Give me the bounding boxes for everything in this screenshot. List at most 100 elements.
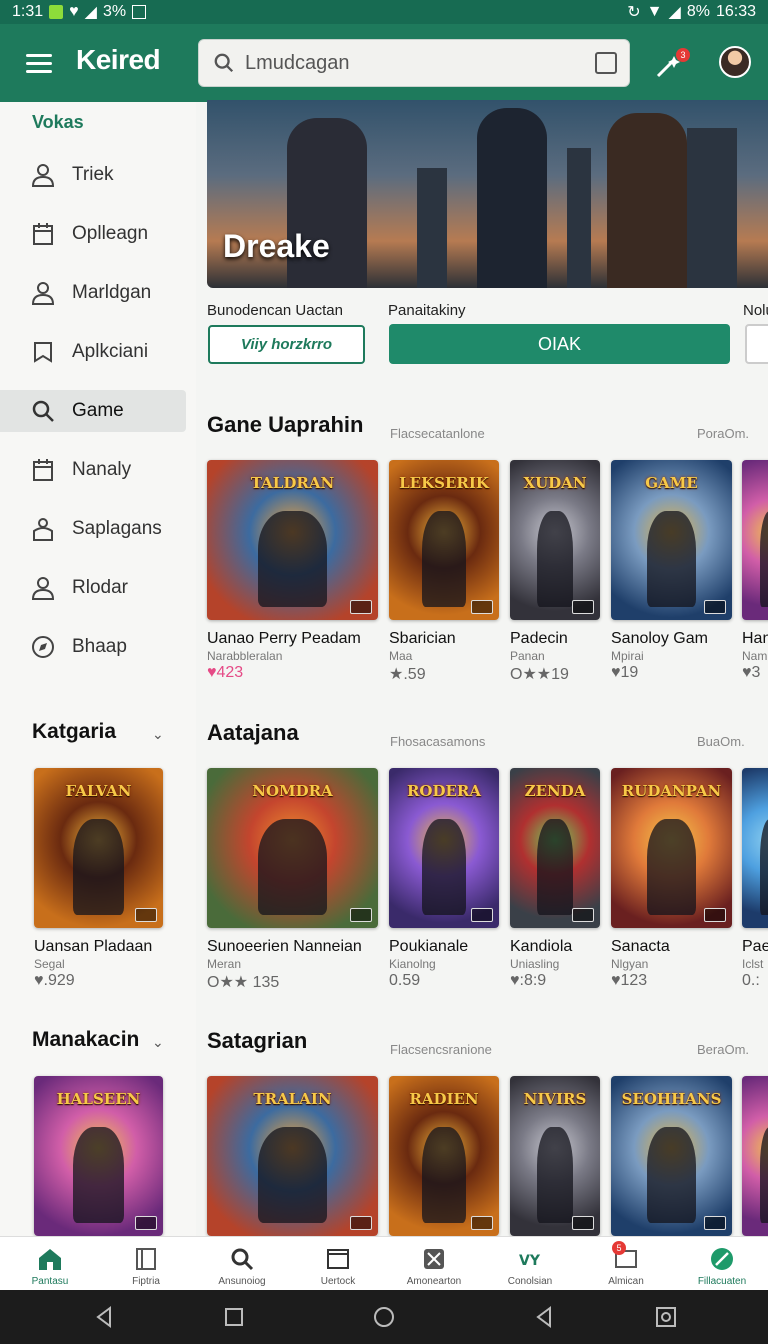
row-more-link[interactable]: BuaOm. bbox=[697, 734, 745, 749]
game-rating: ♥423 bbox=[207, 664, 244, 681]
app-logo[interactable]: Keired bbox=[76, 44, 161, 76]
game-card[interactable] bbox=[742, 460, 768, 620]
game-card[interactable] bbox=[742, 1076, 768, 1236]
menu-icon[interactable] bbox=[26, 54, 52, 74]
game-title[interactable]: Kandiola bbox=[510, 938, 572, 956]
bottom-nav-item[interactable]: Ansunoiog bbox=[202, 1237, 282, 1291]
game-title[interactable]: Sbarician bbox=[389, 630, 456, 648]
game-card[interactable]: TALDRAN bbox=[207, 460, 378, 620]
game-art-figure bbox=[537, 819, 573, 916]
game-card[interactable]: RUDANPAN bbox=[611, 768, 732, 928]
avatar[interactable] bbox=[719, 46, 751, 78]
search-input[interactable]: Lmudcagan bbox=[245, 52, 350, 75]
game-card[interactable]: NOMDRA bbox=[207, 768, 378, 928]
sidebar: Vokas Triek Oplleagn Marldgan Aplkciani Game… bbox=[0, 102, 196, 1238]
sidebar-item-aplkciani[interactable]: Aplkciani bbox=[0, 331, 186, 373]
sidebar-item-oplleagn[interactable]: Oplleagn bbox=[0, 213, 186, 255]
view-horizon-button[interactable]: Viiy horzkrro bbox=[208, 325, 365, 364]
category-header[interactable]: Katgaria bbox=[32, 720, 116, 744]
sidebar-item-label: Rlodar bbox=[72, 577, 128, 598]
game-card[interactable]: RADIEN bbox=[389, 1076, 499, 1236]
game-card[interactable] bbox=[742, 768, 768, 928]
bottom-nav-item[interactable]: Amonearton bbox=[394, 1237, 474, 1291]
game-card[interactable]: NIVIRS bbox=[510, 1076, 600, 1236]
rating-badge-icon bbox=[572, 600, 594, 614]
back-icon[interactable] bbox=[92, 1305, 116, 1329]
calendar-icon bbox=[33, 223, 53, 245]
bottom-nav-item[interactable]: Fillacuaten bbox=[682, 1237, 762, 1291]
game-art-figure bbox=[760, 511, 768, 608]
sidebar-item-saplagans[interactable]: Saplagans bbox=[0, 508, 186, 550]
game-title[interactable]: Sunoeerien Nanneian bbox=[207, 938, 362, 956]
bottom-nav-label: Almican bbox=[608, 1276, 644, 1287]
bottom-nav-item[interactable]: VY Conolsian bbox=[490, 1237, 570, 1291]
sidebar-item-game[interactable]: Game bbox=[0, 390, 186, 432]
rating-badge-icon bbox=[135, 908, 157, 922]
game-card[interactable]: ZENDA bbox=[510, 768, 600, 928]
game-title[interactable]: Poukianale bbox=[389, 938, 468, 956]
row-more-link[interactable]: PoraOm. bbox=[697, 426, 749, 441]
sidebar-item-label: Game bbox=[72, 400, 124, 421]
chevron-down-icon[interactable]: ⌄ bbox=[152, 726, 164, 743]
game-card[interactable]: HALSEEN bbox=[34, 1076, 163, 1236]
signal-icon: ◢ bbox=[668, 4, 681, 21]
game-title[interactable]: Pae bbox=[742, 938, 768, 956]
game-title[interactable]: Sanoloy Gam bbox=[611, 630, 708, 648]
rating-badge-icon bbox=[471, 600, 493, 614]
game-card[interactable]: TRALAIN bbox=[207, 1076, 378, 1236]
game-card[interactable]: XUDAN bbox=[510, 460, 600, 620]
wifi-icon: ♥ bbox=[69, 3, 79, 20]
sidebar-item-triek[interactable]: Triek bbox=[0, 154, 186, 196]
sidebar-item-label: Marldgan bbox=[72, 282, 152, 303]
game-art-title: RADIEN bbox=[409, 1090, 479, 1108]
wifi-icon: ▼ bbox=[646, 3, 663, 20]
sidebar-item-rlodar[interactable]: Rlodar bbox=[0, 567, 186, 609]
rating-badge-icon bbox=[350, 600, 372, 614]
game-title[interactable]: Uanao Perry Peadam bbox=[207, 630, 361, 648]
scan-icon[interactable] bbox=[595, 52, 617, 74]
game-art-figure bbox=[760, 1127, 768, 1224]
bottom-nav-item[interactable]: Pantasu bbox=[10, 1237, 90, 1291]
game-card[interactable]: SEOHHANS bbox=[611, 1076, 732, 1236]
game-art-title: HALSEEN bbox=[56, 1090, 141, 1108]
game-subtitle: Meran bbox=[207, 957, 242, 971]
game-art-figure bbox=[537, 511, 573, 608]
chevron-down-icon[interactable]: ⌄ bbox=[152, 1034, 164, 1051]
bottom-nav: Pantasu Fiptria Ansunoiog Uertock Amonearton… bbox=[0, 1236, 768, 1290]
bottom-nav-item[interactable]: Fiptria bbox=[106, 1237, 186, 1291]
game-card[interactable]: RODERA bbox=[389, 768, 499, 928]
home-button-icon[interactable] bbox=[372, 1305, 396, 1329]
ok-button[interactable]: OIAK bbox=[389, 324, 730, 364]
more-button[interactable] bbox=[745, 324, 768, 364]
game-title[interactable]: Han bbox=[742, 630, 768, 648]
person-icon bbox=[31, 164, 55, 187]
sidebar-item-label: Nanaly bbox=[72, 459, 132, 480]
game-art-figure bbox=[422, 511, 466, 608]
search-bar[interactable]: Lmudcagan bbox=[198, 39, 630, 87]
game-art-figure bbox=[422, 819, 466, 916]
sidebar-item-bhaap[interactable]: Bhaap bbox=[0, 626, 186, 668]
back-icon[interactable] bbox=[532, 1305, 556, 1329]
game-art-figure bbox=[647, 819, 696, 916]
category-header[interactable]: Manakacin bbox=[32, 1028, 139, 1052]
game-card[interactable]: FALVAN bbox=[34, 768, 163, 928]
bottom-nav-item[interactable]: Almican 5 bbox=[586, 1237, 666, 1291]
game-title[interactable]: Sanacta bbox=[611, 938, 670, 956]
row-more-link[interactable]: BeraOm. bbox=[697, 1042, 749, 1057]
status-bar: 1:31 ♥ ◢ 3% ↻ ▼ ◢ 8% 16:33 bbox=[0, 0, 768, 24]
game-rating: 0.: bbox=[742, 972, 760, 989]
hero-banner[interactable]: Dreake bbox=[207, 100, 768, 288]
overview-icon[interactable] bbox=[654, 1305, 678, 1329]
game-card[interactable]: GAME bbox=[611, 460, 732, 620]
sidebar-item-marldgan[interactable]: Marldgan bbox=[0, 272, 186, 314]
row-subtitle: Flacsencsranione bbox=[390, 1042, 492, 1057]
game-card[interactable]: LEKSERIK bbox=[389, 460, 499, 620]
game-art-title: XUDAN bbox=[523, 474, 587, 492]
sidebar-item-nanaly[interactable]: Nanaly bbox=[0, 449, 186, 491]
sidebar-section-title: Vokas bbox=[32, 112, 84, 132]
game-rating: 0.59 bbox=[389, 972, 421, 989]
bottom-nav-item[interactable]: Uertock bbox=[298, 1237, 378, 1291]
recents-icon[interactable] bbox=[222, 1305, 246, 1329]
game-title[interactable]: Padecin bbox=[510, 630, 568, 648]
rating-badge-icon bbox=[572, 1216, 594, 1230]
